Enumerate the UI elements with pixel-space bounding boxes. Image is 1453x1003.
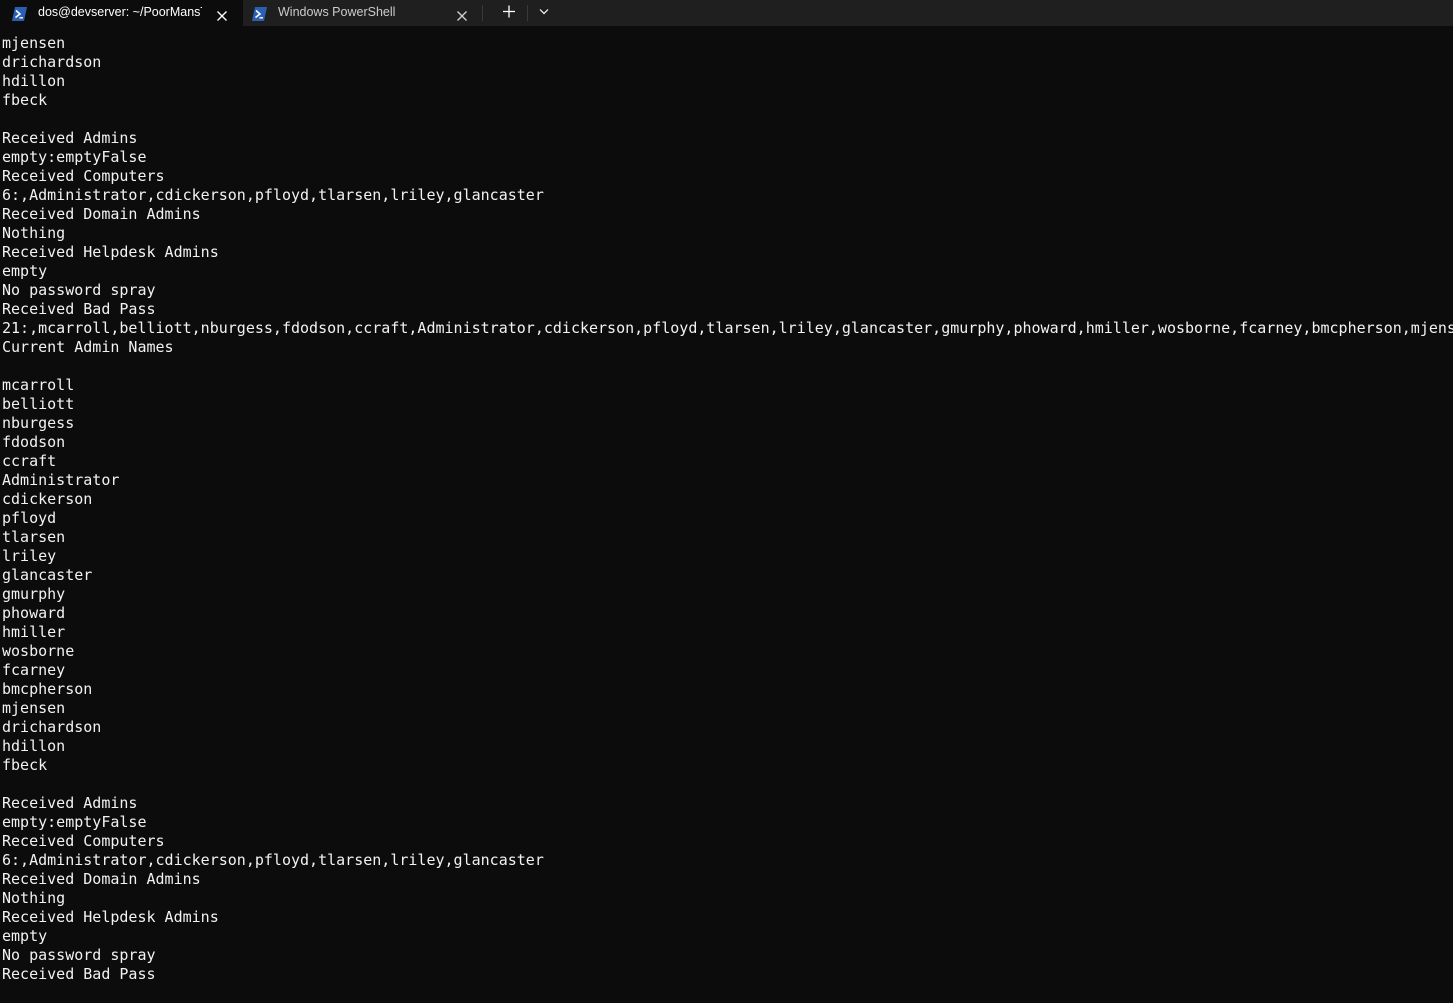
terminal-line: Received Computers: [2, 832, 165, 850]
terminal-line: mjensen: [2, 34, 66, 52]
terminal-line: tlarsen: [2, 528, 66, 546]
tab-divider: [527, 5, 528, 21]
terminal-output[interactable]: mjensen drichardson hdillon fbeck Received A…: [2, 34, 1453, 1003]
tab-bar: dos@devserver: ~/PoorMansT Windows Power…: [0, 0, 1453, 26]
terminal-line: empty:emptyFalse: [2, 813, 147, 831]
chevron-down-icon: [539, 9, 549, 15]
tab-divider: [482, 5, 483, 21]
terminal-line: pfloyd: [2, 509, 57, 527]
terminal-line: No password spray: [2, 946, 156, 964]
terminal-line: gmurphy: [2, 585, 66, 603]
terminal-window: dos@devserver: ~/PoorMansT Windows Power…: [0, 0, 1453, 1003]
tab-title: dos@devserver: ~/PoorMansT: [38, 5, 202, 19]
terminal-line: phoward: [2, 604, 66, 622]
terminal-line: wosborne: [2, 642, 75, 660]
powershell-icon: [12, 5, 27, 21]
tab-title: Windows PowerShell: [278, 5, 396, 19]
terminal-line: Received Bad Pass: [2, 965, 156, 983]
powershell-icon: [252, 5, 267, 21]
terminal-line: Received Computers: [2, 167, 165, 185]
terminal-line: hdillon: [2, 72, 66, 90]
terminal-line: drichardson: [2, 718, 102, 736]
terminal-line: fbeck: [2, 91, 48, 109]
terminal-line: 21:,mcarroll,belliott,nburgess,fdodson,c…: [2, 319, 1453, 337]
terminal-line: bmcpherson: [2, 680, 93, 698]
new-tab-button[interactable]: [494, 0, 524, 24]
terminal-line: No password spray: [2, 281, 156, 299]
tab-windows-powershell[interactable]: Windows PowerShell: [243, 0, 479, 26]
close-icon[interactable]: [216, 6, 228, 21]
terminal-line: Received Domain Admins: [2, 870, 201, 888]
terminal-line: fdodson: [2, 433, 66, 451]
terminal-line: Nothing: [2, 889, 66, 907]
terminal-line: Received Helpdesk Admins: [2, 243, 219, 261]
tab-devserver[interactable]: dos@devserver: ~/PoorMansT: [0, 0, 243, 26]
terminal-line: 6:,Administrator,cdickerson,pfloyd,tlars…: [2, 186, 544, 204]
terminal-line: glancaster: [2, 566, 93, 584]
terminal-line: lriley: [2, 547, 57, 565]
terminal-line: mcarroll: [2, 376, 75, 394]
tab-dropdown-button[interactable]: [531, 0, 557, 24]
close-icon[interactable]: [456, 6, 468, 21]
terminal-line: 6:,Administrator,cdickerson,pfloyd,tlars…: [2, 851, 544, 869]
terminal-line: drichardson: [2, 53, 102, 71]
terminal-line: Administrator: [2, 471, 120, 489]
terminal-line: Received Admins: [2, 129, 138, 147]
terminal-line: Current Admin Names: [2, 338, 174, 356]
terminal-line: empty: [2, 927, 48, 945]
terminal-line: fbeck: [2, 756, 48, 774]
terminal-line: empty: [2, 262, 48, 280]
terminal-line: fcarney: [2, 661, 66, 679]
terminal-line: belliott: [2, 395, 75, 413]
terminal-line: ccraft: [2, 452, 57, 470]
terminal-line: mjensen: [2, 699, 66, 717]
terminal-line: Nothing: [2, 224, 66, 242]
terminal-line: nburgess: [2, 414, 75, 432]
terminal-line: empty:emptyFalse: [2, 148, 147, 166]
terminal-line: Received Helpdesk Admins: [2, 908, 219, 926]
terminal-line: hmiller: [2, 623, 66, 641]
terminal-line: Received Bad Pass: [2, 300, 156, 318]
terminal-line: Received Domain Admins: [2, 205, 201, 223]
terminal-line: hdillon: [2, 737, 66, 755]
plus-icon: [503, 5, 515, 18]
terminal-line: Received Admins: [2, 794, 138, 812]
terminal-line: cdickerson: [2, 490, 93, 508]
